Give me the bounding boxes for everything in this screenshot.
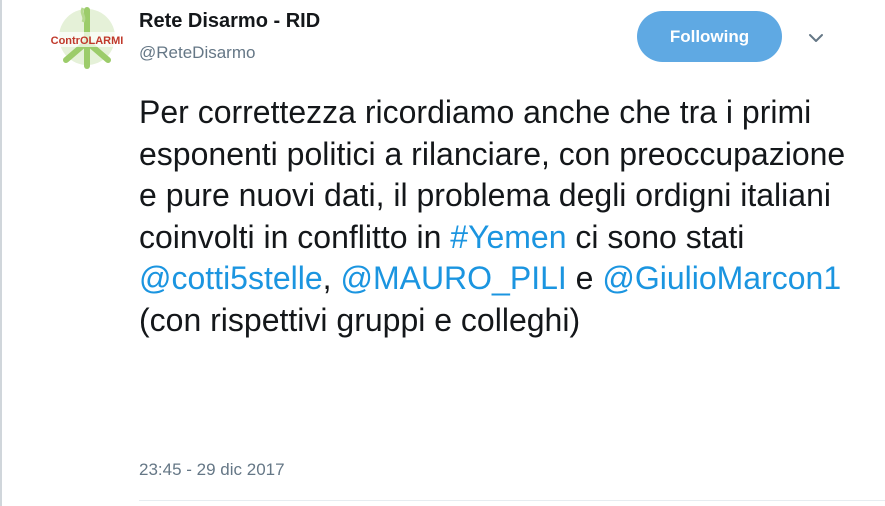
tweet-timestamp[interactable]: 23:45 - 29 dic 2017 xyxy=(139,460,285,480)
tweet-menu-button[interactable] xyxy=(804,26,828,50)
following-button[interactable]: Following xyxy=(637,11,782,62)
tweet-text-part: ci sono stati xyxy=(566,218,745,255)
display-name[interactable]: Rete Disarmo - RID xyxy=(139,10,320,33)
mention-link[interactable]: @MAURO_PILI xyxy=(340,260,566,296)
divider xyxy=(139,500,885,501)
tweet-text-part: , xyxy=(322,260,341,296)
tweet-text: Per correttezza ricordiamo anche che tra… xyxy=(139,92,859,341)
tweet-text-part: (con rispettivi gruppi e colleghi) xyxy=(139,301,581,338)
avatar-logo-text: ContrOLARMI xyxy=(51,35,124,47)
avatar-logo-icon: ContrOLARMI xyxy=(51,7,124,69)
user-handle[interactable]: @ReteDisarmo xyxy=(139,43,255,63)
mention-link[interactable]: @GiulioMarcon1 xyxy=(602,260,841,296)
avatar[interactable]: ContrOLARMI xyxy=(50,4,124,70)
mention-link[interactable]: @cotti5stelle xyxy=(139,260,323,296)
chevron-down-icon xyxy=(809,34,823,42)
tweet-card: ContrOLARMI Rete Disarmo - RID @ReteDisa… xyxy=(0,0,885,506)
hashtag-link[interactable]: #Yemen xyxy=(450,219,566,255)
tweet-text-part: e xyxy=(566,260,603,296)
